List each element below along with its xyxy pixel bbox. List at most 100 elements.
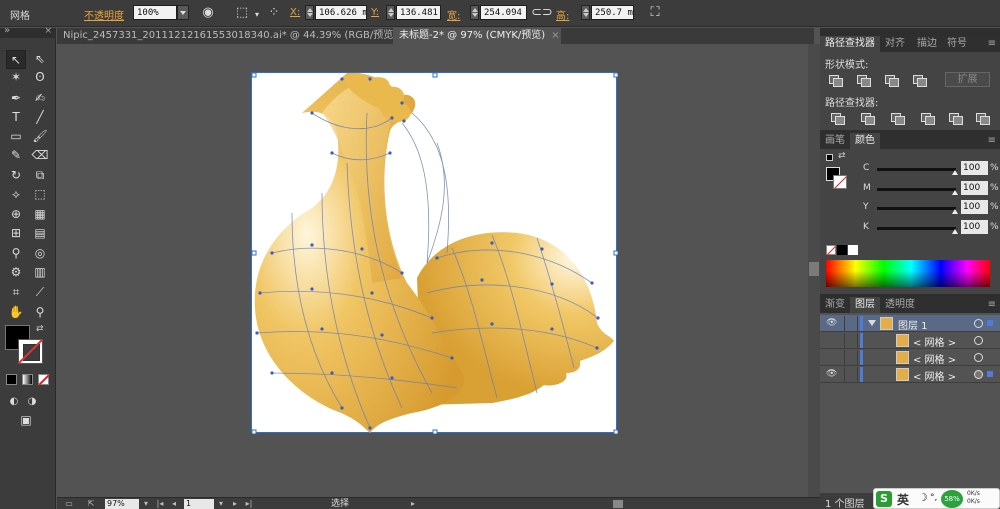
tab-transparency[interactable]: 透明度 [880,297,920,313]
width-field[interactable]: 254.094 mm [480,5,527,20]
draw-mode-icon[interactable]: ◐ [4,392,24,411]
panel-dock-grip[interactable] [820,28,1000,36]
type-tool-icon[interactable]: T [6,108,26,127]
close-icon[interactable]: × [551,30,559,41]
zoom-field[interactable]: 97% [105,499,139,509]
mesh-tool-icon[interactable]: ⊞ [6,224,26,243]
x-stepper[interactable] [305,5,314,20]
perspective-grid-tool-icon[interactable]: ▦ [30,205,50,224]
punctuation-icon[interactable]: °, [930,493,937,503]
symbol-sprayer-tool-icon[interactable]: ⚙ [6,263,26,282]
tab-untitled-2[interactable]: 未标题-2* @ 97% (CMYK/预览) × [393,28,561,44]
zoom-tool-icon[interactable]: ⚲ [30,303,50,322]
tab-layers[interactable]: 图层 [850,297,880,313]
opacity-dropdown-button[interactable] [177,5,189,20]
stroke-swatch[interactable] [18,339,43,364]
channel-c-field[interactable]: 100 [961,161,988,175]
chevron-down-icon[interactable]: ▾ [248,6,266,24]
column-graph-tool-icon[interactable]: ▥ [30,263,50,282]
channel-y-knob[interactable] [952,209,958,214]
expand-triangle-icon[interactable] [868,320,876,326]
tab-brushes[interactable]: 画笔 [820,133,850,149]
line-tool-icon[interactable]: ╱ [30,108,50,127]
tab-nipic-document[interactable]: Nipic_2457331_20111212161553018340.ai* @… [57,28,412,44]
height-stepper[interactable] [581,5,590,20]
exclude-icon[interactable] [912,74,927,87]
screen-mode-icon[interactable]: ▣ [16,411,36,430]
channel-k-knob[interactable] [952,229,958,234]
selection-indicator[interactable] [987,371,993,377]
target-icon[interactable] [974,353,983,362]
sublayer-row[interactable]: < 网格 > [820,332,1000,349]
vertical-scrollbar[interactable] [808,44,820,497]
width-label[interactable]: 宽: [447,7,460,22]
none-swatch[interactable] [826,245,837,256]
width-stepper[interactable] [470,5,479,20]
scale-tool-icon[interactable]: ⧉ [30,166,50,185]
opacity-label[interactable]: 不透明度 [84,7,124,22]
tab-align[interactable]: 对齐 [880,36,910,52]
slice-tool-icon[interactable]: ⟋ [30,283,50,302]
white-swatch[interactable] [848,245,858,255]
curvature-tool-icon[interactable]: ✍ [30,89,50,108]
height-field[interactable]: 250.7 mm [591,5,634,20]
transform-reference-icon[interactable]: ⁘ [265,4,283,22]
panel-menu-icon[interactable]: ≡ [988,135,996,146]
paintbrush-tool-icon[interactable]: 🖌 [30,127,50,146]
page-field[interactable]: 1 [184,499,214,509]
sogou-logo-icon[interactable]: S [876,491,892,507]
artboard[interactable] [251,72,619,435]
gradient-tool-icon[interactable]: ▤ [30,224,50,243]
artboard-nav-icon[interactable]: ▭ [63,498,75,509]
layer-name[interactable]: < 网格 > [913,368,956,383]
swap-colors-icon[interactable]: ⇄ [838,151,846,161]
draw-behind-icon[interactable]: ◑ [22,392,42,411]
lasso-tool-icon[interactable]: ʘ [30,68,50,87]
y-stepper[interactable] [386,5,395,20]
chevron-down-icon[interactable]: ▾ [140,498,152,509]
half-width-icon[interactable]: ☽ [918,491,928,504]
link-icon[interactable]: ⊂⊃ [531,4,553,22]
last-page-icon[interactable]: ▸| [243,498,255,509]
default-colors-icon[interactable] [826,154,833,161]
eye-icon[interactable]: 👁 [826,318,837,329]
color-spectrum[interactable] [826,260,990,287]
first-page-icon[interactable]: |◂ [154,498,166,509]
pencil-tool-icon[interactable]: ✎ [6,146,26,165]
transform-icon[interactable]: ⛶ [646,4,664,22]
y-label[interactable]: Y: [371,7,379,18]
next-page-icon[interactable]: ▸ [229,498,241,509]
rotate-tool-icon[interactable]: ↻ [6,166,26,185]
minus-back-icon[interactable] [975,112,990,125]
rectangle-tool-icon[interactable]: ▭ [6,127,26,146]
channel-m-knob[interactable] [952,190,958,195]
channel-k-field[interactable]: 100 [961,220,988,234]
intersect-icon[interactable] [884,74,899,87]
panel-menu-icon[interactable]: ≡ [988,38,996,49]
hand-tool-icon[interactable]: ✋ [6,303,26,322]
layer-name[interactable]: < 网格 > [913,334,956,349]
shape-builder-tool-icon[interactable]: ⊕ [6,205,26,224]
height-label[interactable]: 高: [556,7,569,22]
pen-tool-icon[interactable]: ✒ [6,89,26,108]
y-field[interactable]: 136.481 mm [396,5,441,20]
width-tool-icon[interactable]: ⟡ [6,185,26,204]
tab-color[interactable]: 颜色 [850,133,880,149]
tab-gradient[interactable]: 渐变 [820,297,850,313]
minus-front-icon[interactable] [856,74,871,87]
lock-toggle[interactable] [844,316,858,331]
target-icon[interactable] [974,370,983,379]
direct-selection-tool-icon[interactable]: ⇖ [30,50,50,69]
outline-icon[interactable] [948,112,963,125]
x-field[interactable]: 106.626 mm [315,5,367,20]
tab-pathfinder[interactable]: 路径查找器 [820,36,880,52]
sublayer-row[interactable]: 👁 < 网格 > [820,366,1000,383]
tab-symbols[interactable]: 符号 [942,36,972,52]
scroll-thumb[interactable] [809,262,819,276]
channel-m-slider[interactable] [877,188,956,191]
crop-icon[interactable] [920,112,935,125]
status-menu-icon[interactable]: ▸ [407,498,419,509]
panel-menu-icon[interactable]: ≡ [988,299,996,310]
selection-indicator[interactable] [987,320,993,326]
x-label[interactable]: X: [290,7,300,18]
